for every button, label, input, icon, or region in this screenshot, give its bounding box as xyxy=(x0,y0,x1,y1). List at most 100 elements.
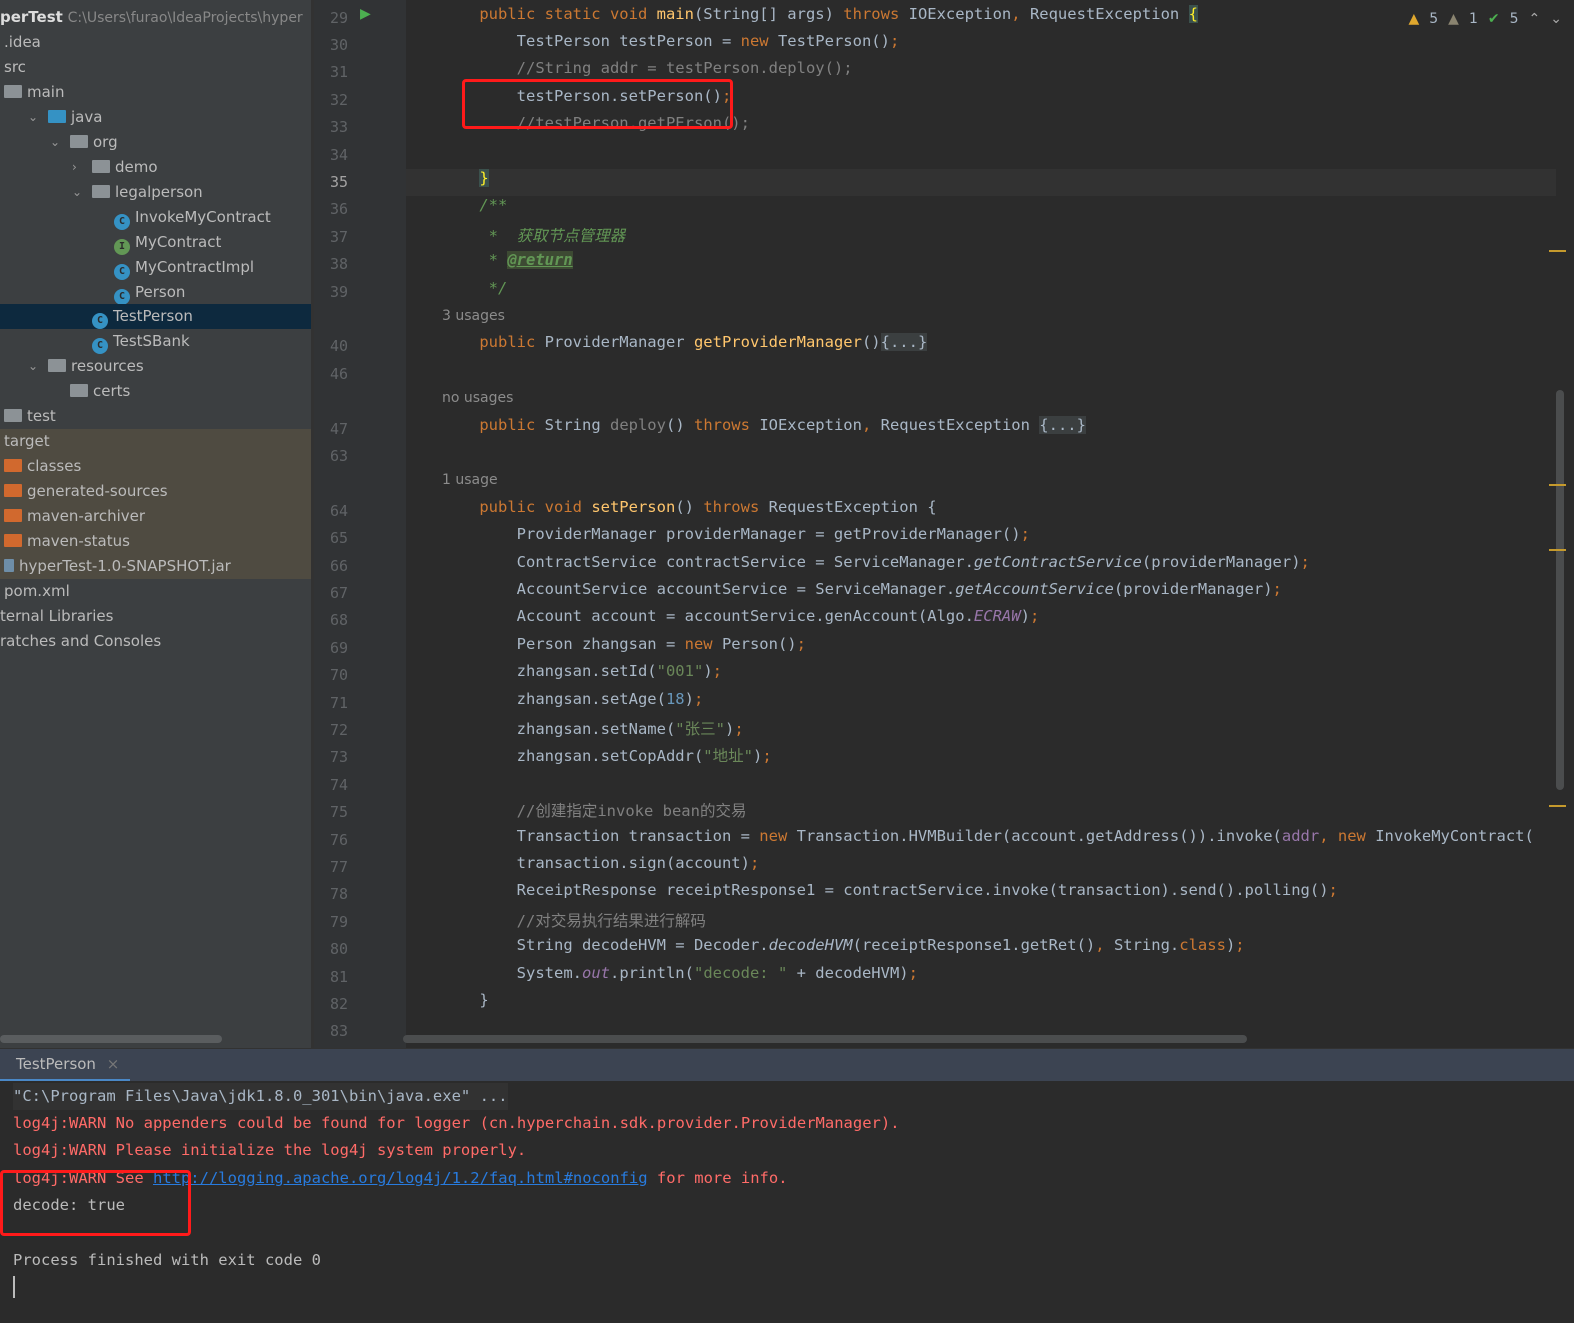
project-tree: perTest C:\Users\furao\IdeaProjects\hype… xyxy=(0,0,311,1048)
chevron-down-icon[interactable]: ⌄ xyxy=(28,354,38,379)
usage-hint[interactable]: 1 usage xyxy=(406,470,1556,497)
tree-item[interactable]: ⌄ java xyxy=(0,105,311,130)
close-icon[interactable]: × xyxy=(107,1055,120,1073)
tree-item[interactable]: › demo xyxy=(0,155,311,180)
tree-item[interactable]: main xyxy=(0,80,311,105)
code-token: "001" xyxy=(656,662,704,681)
tree-item[interactable]: ⌄ org xyxy=(0,130,311,155)
tree-item[interactable]: C TestSBank xyxy=(0,329,311,355)
weak-warning-count: 1 xyxy=(1468,11,1478,27)
previous-highlight-icon[interactable]: ⌃ xyxy=(1529,11,1541,27)
code-token: RequestException xyxy=(880,415,1040,434)
usage-hint-text[interactable]: no usages xyxy=(442,390,513,406)
line-number: 73 xyxy=(329,748,348,767)
tree-item-label: org xyxy=(93,132,118,151)
warning-marker[interactable] xyxy=(1549,549,1566,551)
tree-item[interactable]: C Person xyxy=(0,280,311,305)
excluded-folder-icon xyxy=(4,534,22,547)
code-token: .println( xyxy=(609,963,694,982)
tree-item[interactable]: ratches and Consoles xyxy=(0,629,311,654)
tree-item[interactable]: generated-sources xyxy=(0,479,311,505)
line-number: 70 xyxy=(329,666,348,685)
code-token: Transaction.HVMBuilder(account.getAddres… xyxy=(796,826,1282,845)
tree-item-label: TestPerson xyxy=(113,307,193,326)
code-token: ; xyxy=(1235,936,1245,955)
tab-testperson[interactable]: TestPerson × xyxy=(0,1049,130,1082)
tree-item[interactable]: maven-archiver xyxy=(0,504,311,530)
tree-item-label: generated-sources xyxy=(27,482,168,501)
next-highlight-icon[interactable]: ⌄ xyxy=(1550,11,1562,27)
run-tool-window-tabs: TestPerson × xyxy=(0,1048,1574,1082)
code-line: public void setPerson() throws RequestEx… xyxy=(406,498,1556,525)
tree-item[interactable]: ⌄ legalperson xyxy=(0,180,311,205)
editor-horizontal-scrollbar[interactable] xyxy=(403,1035,1247,1043)
code-token: } xyxy=(442,990,489,1009)
tree-item[interactable]: classes xyxy=(0,454,311,480)
folder-icon xyxy=(70,384,88,398)
tree-item-label: TestSBank xyxy=(113,332,190,351)
code-line: * 获取节点管理器 xyxy=(406,224,1556,251)
tree-item[interactable]: pom.xml xyxy=(0,579,311,604)
tab-label: TestPerson xyxy=(16,1055,96,1073)
tree-item[interactable]: .idea xyxy=(0,30,311,55)
inspection-widget[interactable]: ▲ 5 ▲ 1 ✔ 5 ⌃ ⌄ xyxy=(1408,4,1574,34)
folded-code[interactable]: {...} xyxy=(1039,415,1086,434)
console-warning: log4j:WARN No appenders could be found f… xyxy=(13,1114,900,1132)
tree-item[interactable]: I MyContract xyxy=(0,230,311,255)
code-token: getContractService xyxy=(973,552,1142,571)
warning-marker[interactable] xyxy=(1549,250,1566,252)
package-icon xyxy=(70,134,88,148)
tree-item[interactable]: test xyxy=(0,404,311,429)
code-editor[interactable]: public static void main(String[] args) t… xyxy=(406,0,1556,1048)
code-token: ) xyxy=(703,662,713,681)
sidebar-scrollbar[interactable] xyxy=(0,1035,222,1043)
code-line: ProviderManager providerManager = getPro… xyxy=(406,525,1556,552)
chevron-down-icon[interactable]: ⌄ xyxy=(50,130,60,155)
code-token: //String addr = testPerson.deploy(); xyxy=(442,59,853,78)
folded-code[interactable]: {...} xyxy=(880,333,928,352)
code-token: { xyxy=(1188,4,1198,23)
package-icon xyxy=(92,159,110,173)
code-token: zhangsan.setCopAddr( xyxy=(442,747,704,766)
usage-hint[interactable]: 3 usages xyxy=(406,306,1556,333)
warning-marker[interactable] xyxy=(1549,484,1566,486)
code-token: String decodeHVM = Decoder. xyxy=(442,936,769,955)
code-line: String decodeHVM = Decoder.decodeHVM(rec… xyxy=(406,936,1556,963)
tree-item[interactable]: C MyContractImpl xyxy=(0,255,311,280)
run-console[interactable]: "C:\Program Files\Java\jdk1.8.0_301\bin\… xyxy=(0,1081,1574,1323)
chevron-right-icon[interactable]: › xyxy=(72,155,77,180)
code-token: "decode: " xyxy=(693,963,797,982)
code-token: Transaction transaction = xyxy=(442,826,760,845)
chevron-down-icon[interactable]: ⌄ xyxy=(28,105,38,130)
chevron-down-icon[interactable]: ⌄ xyxy=(72,180,82,205)
tree-item[interactable]: target xyxy=(0,429,311,455)
tree-item[interactable]: certs xyxy=(0,379,311,404)
project-root[interactable]: perTest C:\Users\furao\IdeaProjects\hype… xyxy=(0,5,311,30)
warning-marker[interactable] xyxy=(1549,805,1566,807)
code-token: IOException xyxy=(908,4,1012,23)
tree-item[interactable]: C TestPerson xyxy=(0,304,311,330)
tree-item-label: legalperson xyxy=(115,182,203,201)
log4j-faq-link[interactable]: http://logging.apache.org/log4j/1.2/faq.… xyxy=(153,1169,648,1187)
tree-item[interactable]: ⌄ resources xyxy=(0,354,311,379)
usage-hint-text[interactable]: 1 usage xyxy=(442,472,498,488)
editor-vertical-scrollbar[interactable] xyxy=(1556,390,1564,790)
code-token: ; xyxy=(749,853,760,872)
line-number: 35 xyxy=(329,172,348,191)
usage-hint[interactable]: no usages xyxy=(406,388,1556,415)
code-token: //对交易执行结果进行解码 xyxy=(442,911,706,930)
tree-item[interactable]: ternal Libraries xyxy=(0,604,311,629)
tree-item[interactable]: hyperTest-1.0-SNAPSHOT.jar xyxy=(0,553,311,579)
code-token: ; xyxy=(1300,552,1310,571)
code-line: //创建指定invoke bean的交易 xyxy=(406,799,1556,826)
console-command[interactable]: "C:\Program Files\Java\jdk1.8.0_301\bin\… xyxy=(13,1083,508,1110)
code-line: zhangsan.setCopAddr("地址"); xyxy=(406,744,1556,771)
tree-item-label: ratches and Consoles xyxy=(0,631,162,650)
tree-item[interactable]: C InvokeMyContract xyxy=(0,205,311,230)
tree-item[interactable]: maven-status xyxy=(0,529,311,554)
usage-hint-text[interactable]: 3 usages xyxy=(442,308,505,324)
code-token: ContractService contractService = Servic… xyxy=(442,552,974,571)
code-token: ; xyxy=(1272,579,1282,598)
tree-item[interactable]: src xyxy=(0,55,311,80)
run-icon[interactable]: ▶ xyxy=(360,6,371,22)
